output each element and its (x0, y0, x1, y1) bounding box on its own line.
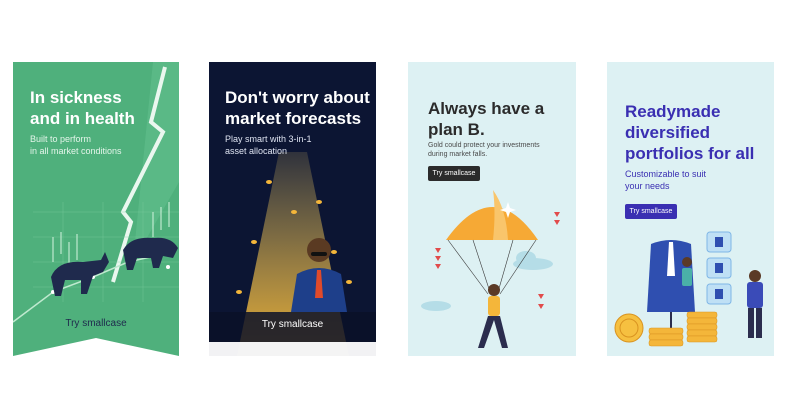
try-smallcase-button[interactable]: Try smallcase (625, 204, 677, 219)
headline-line-1: Don't worry about (225, 88, 370, 107)
ad-card-sickness[interactable]: In sickness and in health Built to perfo… (13, 62, 179, 356)
ad-card-readymade[interactable]: Readymade diversified portfolios for all… (607, 62, 774, 356)
try-smallcase-link[interactable]: Try smallcase (209, 319, 376, 330)
headline-line-2: market forecasts (225, 109, 362, 128)
headline-line-3: portfolios for all (625, 144, 755, 163)
subtext-line-2: in all market conditions (30, 146, 122, 156)
headline-line-1: Readymade (625, 102, 721, 121)
headline-line-1: Always have a (428, 99, 545, 118)
headline-line-2: diversified (625, 123, 711, 142)
subtext-line-1: Built to perform (30, 134, 92, 144)
try-smallcase-link[interactable]: Try smallcase (13, 318, 179, 329)
ad-card-plan-b[interactable]: Always have a plan B. Gold could protect… (408, 62, 576, 356)
subtext-line-2: asset allocation (225, 146, 288, 156)
ad-card-forecasts[interactable]: Don't worry about market forecasts Play … (209, 62, 376, 356)
headline-line-1: In sickness (30, 88, 122, 107)
headline-line-2: and in health (30, 109, 135, 128)
subtext-line-1: Gold could protect your investments (428, 142, 540, 149)
subtext-line-2: your needs (625, 181, 670, 191)
headline-line-2: plan B. (428, 120, 485, 139)
try-smallcase-button[interactable]: Try smallcase (428, 166, 480, 181)
subtext-line-1: Customizable to suit (625, 169, 707, 179)
subtext-line-1: Play smart with 3-in-1 (225, 134, 312, 144)
subtext-line-2: during market falls. (428, 151, 488, 158)
